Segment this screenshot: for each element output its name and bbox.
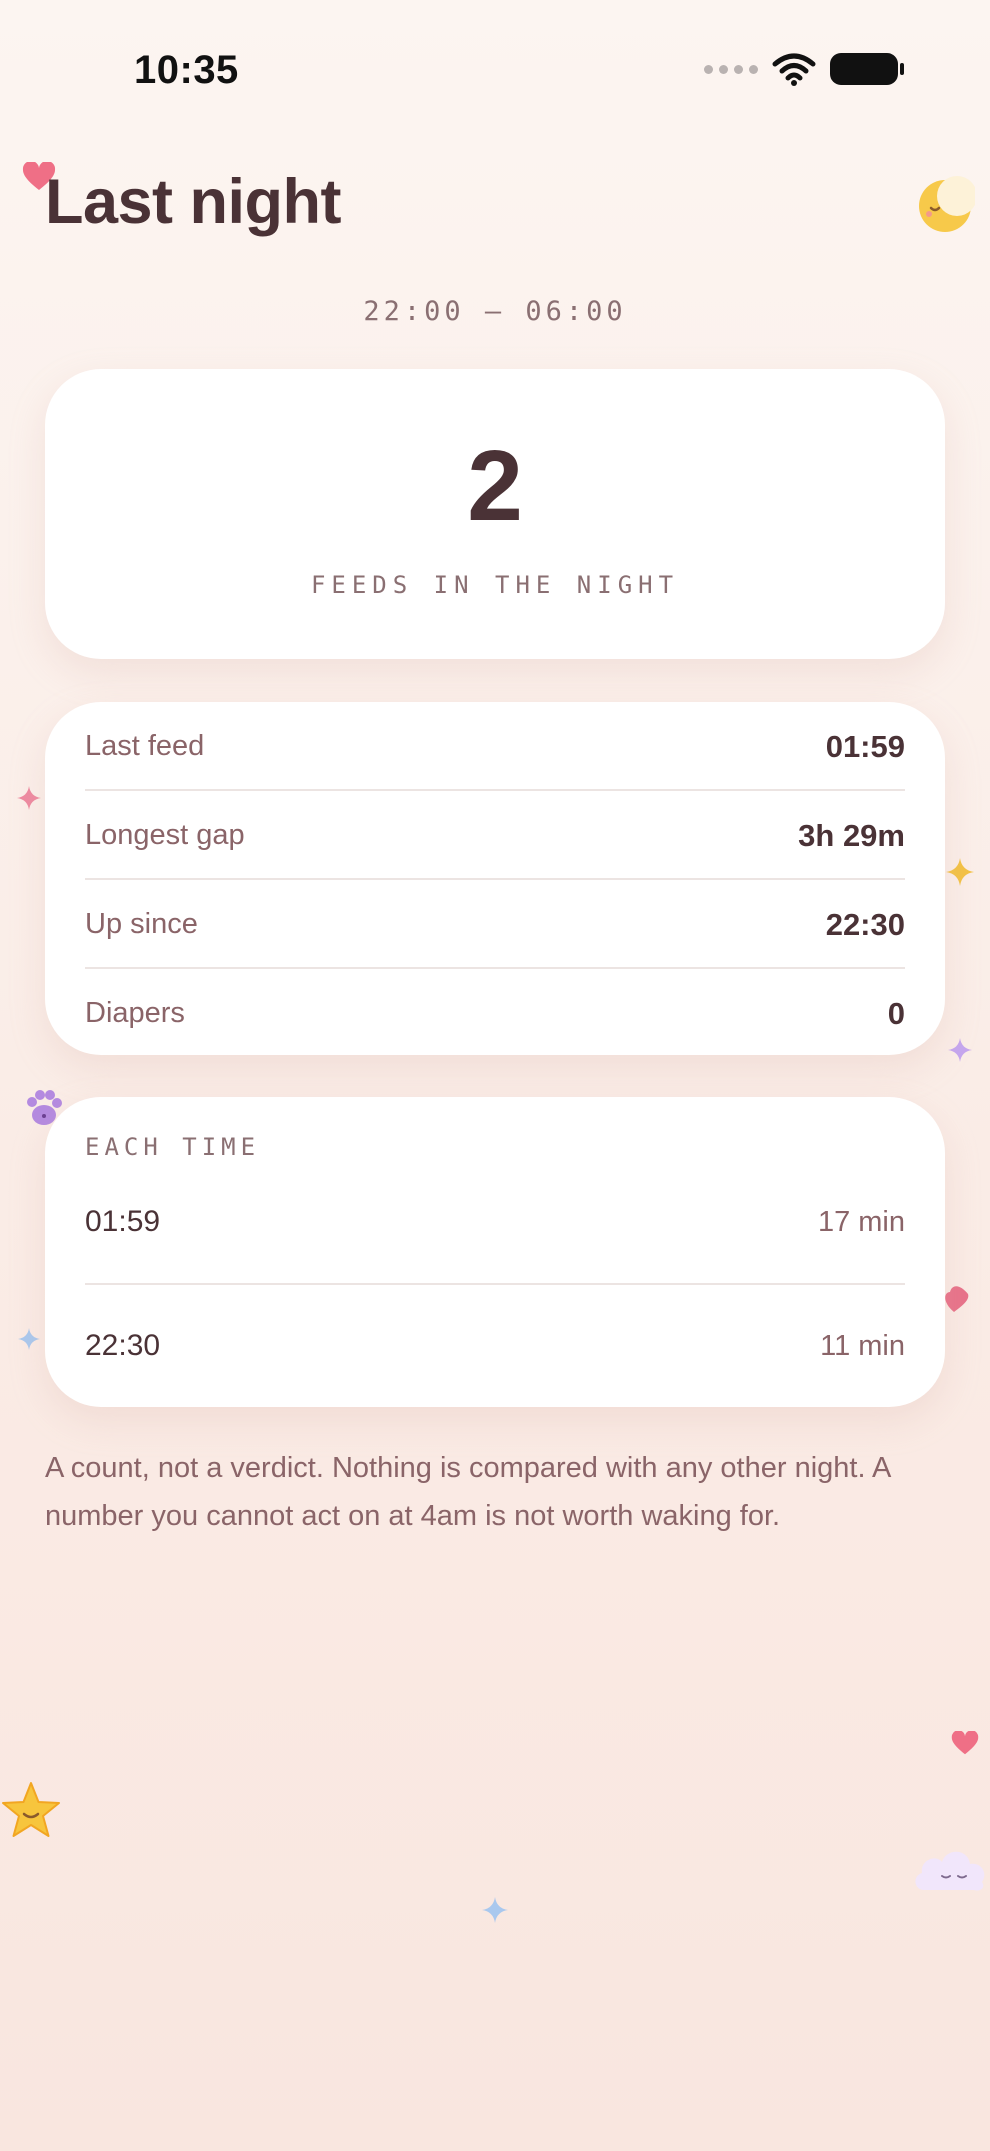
sparkle-icon xyxy=(18,1328,40,1350)
stat-label: Diapers xyxy=(85,997,185,1029)
each-time-heading: EACH TIME xyxy=(85,1133,261,1161)
stat-label: Last feed xyxy=(85,730,205,762)
feed-duration: 17 min xyxy=(817,1205,905,1238)
stat-value: 3h 29m xyxy=(798,817,905,853)
time-range: 22:00 — 06:00 xyxy=(363,296,627,327)
feeds-count-label: FEEDS IN THE NIGHT xyxy=(310,571,680,599)
status-icons xyxy=(704,52,904,86)
footer-note: A count, not a verdict. Nothing is compa… xyxy=(45,1452,890,1532)
moon-icon xyxy=(919,176,975,232)
cloud-icon xyxy=(915,1851,985,1891)
sparkle-icon xyxy=(948,1038,972,1062)
list-item: 01:59 17 min xyxy=(85,1205,905,1239)
list-item: 22:30 11 min xyxy=(85,1329,905,1363)
stat-row-diapers: Diapers 0 xyxy=(85,969,905,1058)
feed-time: 01:59 xyxy=(85,1205,161,1238)
sparkle-icon xyxy=(482,1897,508,1923)
heart-icon xyxy=(951,1731,979,1755)
wifi-icon xyxy=(772,53,816,86)
stat-row-longest-gap: Longest gap 3h 29m xyxy=(85,791,905,880)
feeds-summary-card: 2 FEEDS IN THE NIGHT xyxy=(45,369,945,659)
stat-value: 0 xyxy=(887,995,905,1031)
sparkle-icon xyxy=(946,858,974,886)
stat-row-up-since: Up since 22:30 xyxy=(85,880,905,969)
battery-icon xyxy=(830,53,904,85)
feeds-count: 2 xyxy=(467,430,523,542)
divider xyxy=(85,1283,905,1285)
stat-label: Up since xyxy=(85,908,198,940)
cellular-signal-icon xyxy=(704,64,758,74)
stat-label: Longest gap xyxy=(85,819,245,851)
stat-value: 01:59 xyxy=(825,728,905,764)
stat-row-last-feed: Last feed 01:59 xyxy=(85,702,905,791)
status-bar: 10:35 xyxy=(0,0,990,140)
status-time: 10:35 xyxy=(134,48,239,92)
stat-value: 22:30 xyxy=(825,906,905,942)
sparkle-icon xyxy=(17,786,41,810)
each-time-card: EACH TIME 01:59 17 min 22:30 11 min xyxy=(45,1097,945,1407)
night-stats-card: Last feed 01:59 Longest gap 3h 29m Up si… xyxy=(45,702,945,1055)
star-icon xyxy=(2,1782,60,1837)
feed-duration: 11 min xyxy=(820,1329,905,1362)
feed-time: 22:30 xyxy=(85,1329,161,1362)
page-title: Last night xyxy=(45,167,341,237)
